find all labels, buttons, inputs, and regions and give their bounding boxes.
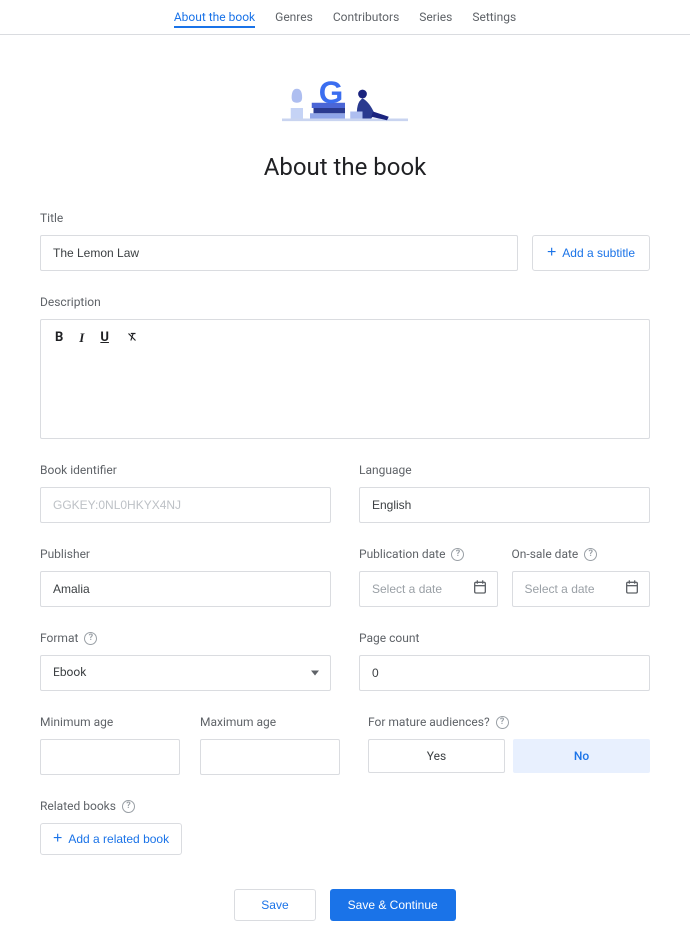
tab-genres[interactable]: Genres: [275, 8, 313, 28]
tab-bar: About the book Genres Contributors Serie…: [0, 0, 690, 35]
page-title: About the book: [0, 153, 690, 181]
italic-button[interactable]: I: [79, 330, 84, 348]
book-identifier-input: [40, 487, 331, 523]
svg-text:G: G: [319, 74, 344, 110]
add-related-label: Add a related book: [68, 832, 169, 846]
help-icon[interactable]: ?: [451, 548, 464, 561]
add-subtitle-label: Add a subtitle: [562, 246, 635, 260]
mature-label: For mature audiences? ?: [368, 715, 650, 729]
add-subtitle-button[interactable]: + Add a subtitle: [532, 235, 650, 271]
save-continue-button[interactable]: Save & Continue: [330, 889, 456, 921]
title-input[interactable]: [40, 235, 518, 271]
page-count-label: Page count: [359, 631, 650, 645]
footer-buttons: Save Save & Continue: [0, 881, 690, 933]
maximum-age-label: Maximum age: [200, 715, 340, 729]
tab-about[interactable]: About the book: [174, 8, 255, 28]
clear-format-button[interactable]: [125, 330, 139, 348]
bold-button[interactable]: B: [55, 330, 63, 348]
help-icon[interactable]: ?: [584, 548, 597, 561]
title-label: Title: [40, 211, 650, 225]
publisher-input[interactable]: [40, 571, 331, 607]
calendar-icon[interactable]: [624, 579, 640, 599]
language-input[interactable]: [359, 487, 650, 523]
underline-button[interactable]: U: [100, 330, 109, 348]
mature-no-button[interactable]: No: [513, 739, 650, 773]
minimum-age-input[interactable]: [40, 739, 180, 775]
tab-settings[interactable]: Settings: [472, 8, 516, 28]
related-books-label: Related books ?: [40, 799, 650, 813]
help-icon[interactable]: ?: [496, 716, 509, 729]
editor-toolbar: B I U: [55, 330, 635, 348]
maximum-age-input[interactable]: [200, 739, 340, 775]
description-label: Description: [40, 295, 650, 309]
tab-contributors[interactable]: Contributors: [333, 8, 399, 28]
save-button[interactable]: Save: [234, 889, 315, 921]
tab-series[interactable]: Series: [419, 8, 452, 28]
on-sale-date-label: On-sale date ?: [512, 547, 651, 561]
minimum-age-label: Minimum age: [40, 715, 180, 729]
hero-illustration: G: [0, 35, 690, 143]
format-label: Format ?: [40, 631, 331, 645]
language-label: Language: [359, 463, 650, 477]
format-select[interactable]: Ebook: [40, 655, 331, 691]
calendar-icon[interactable]: [472, 579, 488, 599]
page-count-input[interactable]: [359, 655, 650, 691]
help-icon[interactable]: ?: [122, 800, 135, 813]
chevron-down-icon: [311, 671, 319, 676]
plus-icon: +: [547, 245, 556, 261]
mature-yes-button[interactable]: Yes: [368, 739, 505, 773]
plus-icon: +: [53, 831, 62, 847]
book-identifier-label: Book identifier: [40, 463, 331, 477]
description-editor[interactable]: B I U: [40, 319, 650, 439]
help-icon[interactable]: ?: [84, 632, 97, 645]
publisher-label: Publisher: [40, 547, 331, 561]
add-related-book-button[interactable]: + Add a related book: [40, 823, 182, 855]
publication-date-label: Publication date ?: [359, 547, 498, 561]
